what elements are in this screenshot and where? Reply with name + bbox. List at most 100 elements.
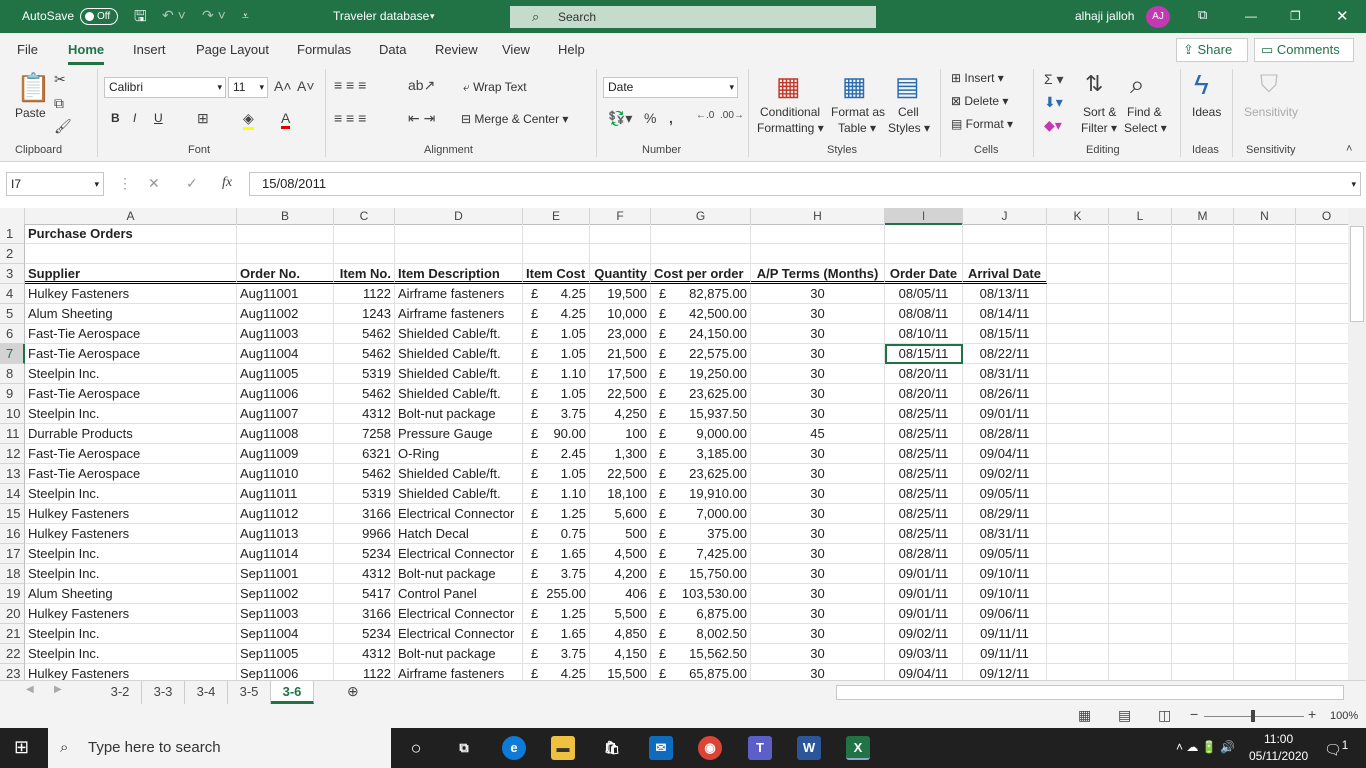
cell-N2[interactable] xyxy=(1234,244,1296,264)
cell-D13[interactable]: Shielded Cable/ft. xyxy=(395,464,523,484)
cell-F11[interactable]: 100 xyxy=(590,424,651,444)
file-explorer-icon[interactable]: ▬ xyxy=(551,736,575,760)
cell-K12[interactable] xyxy=(1047,444,1109,464)
cell-H16[interactable]: 30 xyxy=(751,524,885,544)
cell-D4[interactable]: Airframe fasteners xyxy=(395,284,523,304)
cell-D20[interactable]: Electrical Connector xyxy=(395,604,523,624)
cell-B4[interactable]: Aug11001 xyxy=(237,284,334,304)
cell-O23[interactable] xyxy=(1296,664,1348,680)
zoom-slider-thumb[interactable] xyxy=(1251,710,1255,722)
column-header-J[interactable]: J xyxy=(963,208,1047,225)
cell-H7[interactable]: 30 xyxy=(751,344,885,364)
cell-K3[interactable] xyxy=(1047,264,1109,284)
cell-L10[interactable] xyxy=(1109,404,1172,424)
cell-O18[interactable] xyxy=(1296,564,1348,584)
task-view-icon[interactable]: ⧉ xyxy=(452,736,476,760)
cell-L8[interactable] xyxy=(1109,364,1172,384)
cell-L18[interactable] xyxy=(1109,564,1172,584)
cell-F3[interactable]: Quantity xyxy=(590,264,651,284)
cell-J15[interactable]: 08/29/11 xyxy=(963,504,1047,524)
cell-C7[interactable]: 5462 xyxy=(334,344,395,364)
select-all-corner[interactable] xyxy=(0,208,25,225)
row-header-5[interactable]: 5 xyxy=(0,304,25,324)
cell-F10[interactable]: 4,250 xyxy=(590,404,651,424)
cell-F22[interactable]: 4,150 xyxy=(590,644,651,664)
row-header-1[interactable]: 1 xyxy=(0,224,25,244)
cell-E14[interactable]: £1.10 xyxy=(523,484,590,504)
tab-review[interactable]: Review xyxy=(435,42,478,57)
cell-H8[interactable]: 30 xyxy=(751,364,885,384)
cell-H17[interactable]: 30 xyxy=(751,544,885,564)
row-header-3[interactable]: 3 xyxy=(0,264,25,284)
cell-M12[interactable] xyxy=(1172,444,1234,464)
cell-N20[interactable] xyxy=(1234,604,1296,624)
cell-O19[interactable] xyxy=(1296,584,1348,604)
cell-B21[interactable]: Sep11004 xyxy=(237,624,334,644)
cell-O21[interactable] xyxy=(1296,624,1348,644)
cell-H15[interactable]: 30 xyxy=(751,504,885,524)
cell-D15[interactable]: Electrical Connector xyxy=(395,504,523,524)
column-header-E[interactable]: E xyxy=(523,208,590,225)
cell-G17[interactable]: £7,425.00 xyxy=(651,544,751,564)
clear-icon[interactable]: ◆▾ xyxy=(1044,117,1062,134)
cell-L15[interactable] xyxy=(1109,504,1172,524)
column-header-I[interactable]: I xyxy=(885,208,963,225)
cell-E10[interactable]: £3.75 xyxy=(523,404,590,424)
undo-icon[interactable]: ↶ ˅ xyxy=(162,7,186,24)
cell-O10[interactable] xyxy=(1296,404,1348,424)
decrease-font-icon[interactable]: A˅ xyxy=(297,78,315,94)
cell-I1[interactable] xyxy=(885,224,963,244)
cell-E22[interactable]: £3.75 xyxy=(523,644,590,664)
cell-M4[interactable] xyxy=(1172,284,1234,304)
cell-E23[interactable]: £4.25 xyxy=(523,664,590,680)
column-header-B[interactable]: B xyxy=(237,208,334,225)
format-painter-icon[interactable]: 🖌 xyxy=(54,118,72,135)
cell-A20[interactable]: Hulkey Fasteners xyxy=(25,604,237,624)
cell-H1[interactable] xyxy=(751,224,885,244)
cell-J8[interactable]: 08/31/11 xyxy=(963,364,1047,384)
align-left-icon[interactable]: ≡ ≡ ≡ xyxy=(334,110,366,126)
enter-icon[interactable]: ✓ xyxy=(186,175,198,192)
cell-F5[interactable]: 10,000 xyxy=(590,304,651,324)
cell-F19[interactable]: 406 xyxy=(590,584,651,604)
cell-O12[interactable] xyxy=(1296,444,1348,464)
cell-B10[interactable]: Aug11007 xyxy=(237,404,334,424)
cell-J22[interactable]: 09/11/11 xyxy=(963,644,1047,664)
cell-D9[interactable]: Shielded Cable/ft. xyxy=(395,384,523,404)
cell-B17[interactable]: Aug11014 xyxy=(237,544,334,564)
cell-M6[interactable] xyxy=(1172,324,1234,344)
cell-I15[interactable]: 08/25/11 xyxy=(885,504,963,524)
cell-G23[interactable]: £65,875.00 xyxy=(651,664,751,680)
cell-E17[interactable]: £1.65 xyxy=(523,544,590,564)
cell-F8[interactable]: 17,500 xyxy=(590,364,651,384)
cell-O17[interactable] xyxy=(1296,544,1348,564)
cell-E6[interactable]: £1.05 xyxy=(523,324,590,344)
cell-B2[interactable] xyxy=(237,244,334,264)
cell-K10[interactable] xyxy=(1047,404,1109,424)
cell-L19[interactable] xyxy=(1109,584,1172,604)
copy-icon[interactable]: ⧉ xyxy=(54,95,64,112)
row-header-13[interactable]: 13 xyxy=(0,464,25,484)
cell-D16[interactable]: Hatch Decal xyxy=(395,524,523,544)
tab-file[interactable]: File xyxy=(17,42,38,57)
cell-M19[interactable] xyxy=(1172,584,1234,604)
row-header-6[interactable]: 6 xyxy=(0,324,25,344)
cell-G21[interactable]: £8,002.50 xyxy=(651,624,751,644)
cell-K11[interactable] xyxy=(1047,424,1109,444)
cell-J7[interactable]: 08/22/11 xyxy=(963,344,1047,364)
redo-icon[interactable]: ↷ ˅ xyxy=(202,7,226,24)
cell-B12[interactable]: Aug11009 xyxy=(237,444,334,464)
vertical-scrollbar[interactable] xyxy=(1348,208,1366,680)
cell-F13[interactable]: 22,500 xyxy=(590,464,651,484)
cell-A21[interactable]: Steelpin Inc. xyxy=(25,624,237,644)
cell-L22[interactable] xyxy=(1109,644,1172,664)
cell-D18[interactable]: Bolt-nut package xyxy=(395,564,523,584)
cell-A2[interactable] xyxy=(25,244,237,264)
percent-icon[interactable]: % xyxy=(644,110,656,126)
sheet-tab-3-6[interactable]: 3-6 xyxy=(271,681,314,704)
word-icon[interactable]: W xyxy=(797,736,821,760)
cell-E20[interactable]: £1.25 xyxy=(523,604,590,624)
cell-G2[interactable] xyxy=(651,244,751,264)
cell-C16[interactable]: 9966 xyxy=(334,524,395,544)
cell-E8[interactable]: £1.10 xyxy=(523,364,590,384)
